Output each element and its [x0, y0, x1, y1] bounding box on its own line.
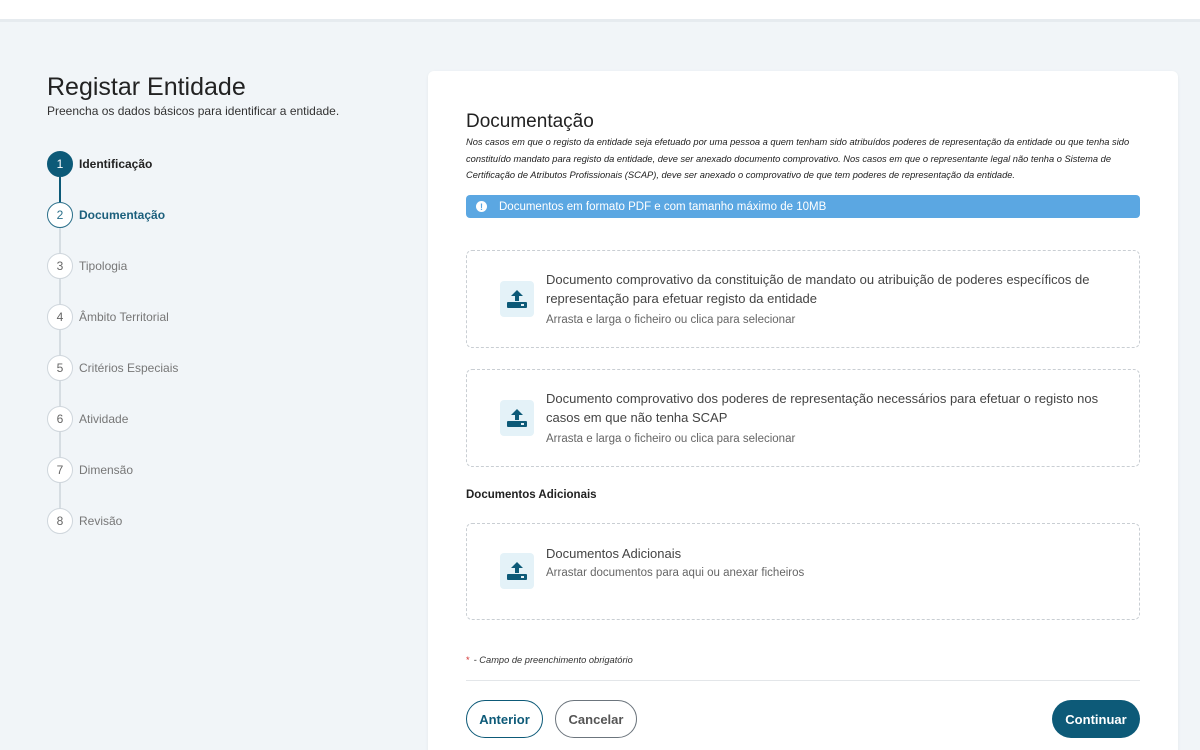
- additional-documents-heading: Documentos Adicionais: [466, 489, 597, 501]
- info-icon: !: [476, 201, 487, 212]
- section-title: Documentação: [466, 111, 594, 132]
- step-number: 6: [47, 406, 73, 432]
- step-number: 8: [47, 508, 73, 534]
- info-banner-text: Documentos em formato PDF e com tamanho …: [499, 200, 827, 213]
- upload-dropzone-additional[interactable]: Documentos Adicionais Arrastar documento…: [466, 523, 1140, 620]
- step-number: 5: [47, 355, 73, 381]
- dropzone-title: Documentos Adicionais: [546, 546, 682, 561]
- form-card: Documentação Nos casos em que o registo …: [428, 71, 1178, 750]
- step-connector: [59, 330, 61, 355]
- info-banner: ! Documentos em formato PDF e com tamanh…: [466, 195, 1140, 218]
- step-connector: [59, 432, 61, 457]
- step-connector: [59, 228, 61, 253]
- upload-icon: [500, 400, 534, 436]
- step-identificacao[interactable]: 1 Identificação: [47, 151, 347, 177]
- continue-button[interactable]: Continuar: [1052, 700, 1140, 738]
- step-number: 2: [47, 202, 73, 228]
- dropzone-hint: Arrasta e larga o ficheiro ou clica para…: [546, 433, 796, 445]
- step-label: Tipologia: [79, 259, 128, 273]
- dropzone-title: Documento comprovativo da constituição d…: [546, 272, 1090, 306]
- required-note-text: - Campo de preenchimento obrigatório: [473, 655, 633, 665]
- dropzone-hint: Arrasta e larga o ficheiro ou clica para…: [546, 314, 796, 326]
- step-number: 3: [47, 253, 73, 279]
- dropzone-hint: Arrastar documentos para aqui ou anexar …: [546, 567, 805, 579]
- step-label: Atividade: [79, 412, 129, 426]
- upload-dropzone-scap[interactable]: Documento comprovativo dos poderes de re…: [466, 369, 1140, 467]
- top-bar: [0, 0, 1200, 22]
- step-tipologia: 3 Tipologia: [47, 253, 347, 279]
- upload-icon: [500, 281, 534, 317]
- section-description: Nos casos em que o registo da entidade s…: [466, 137, 1130, 180]
- step-label: Dimensão: [79, 463, 134, 477]
- page-title: Registar Entidade: [47, 73, 246, 101]
- step-revisao: 8 Revisão: [47, 508, 347, 534]
- step-number: 1: [47, 151, 73, 177]
- step-documentacao[interactable]: 2 Documentação: [47, 202, 347, 228]
- page-subtitle: Preencha os dados básicos para identific…: [47, 104, 340, 118]
- step-atividade: 6 Atividade: [47, 406, 347, 432]
- step-label: Documentação: [79, 208, 166, 222]
- divider: [466, 680, 1140, 681]
- cancel-button[interactable]: Cancelar: [555, 700, 637, 738]
- dropzone-title: Documento comprovativo dos poderes de re…: [546, 391, 1099, 425]
- step-number: 7: [47, 457, 73, 483]
- step-dimensao: 7 Dimensão: [47, 457, 347, 483]
- step-connector: [59, 483, 61, 508]
- step-ambito-territorial: 4 Âmbito Territorial: [47, 304, 347, 330]
- step-criterios-especiais: 5 Critérios Especiais: [47, 355, 347, 381]
- step-label: Identificação: [79, 157, 153, 171]
- step-connector: [59, 177, 61, 202]
- step-number: 4: [47, 304, 73, 330]
- step-connector: [59, 381, 61, 406]
- upload-dropzone-mandato[interactable]: Documento comprovativo da constituição d…: [466, 250, 1140, 348]
- required-note: * - Campo de preenchimento obrigatório: [466, 655, 633, 665]
- step-label: Critérios Especiais: [79, 361, 179, 375]
- previous-button[interactable]: Anterior: [466, 700, 543, 738]
- step-label: Revisão: [79, 514, 123, 528]
- step-connector: [59, 279, 61, 304]
- upload-icon: [500, 553, 534, 589]
- step-label: Âmbito Territorial: [79, 310, 169, 324]
- required-asterisk: *: [466, 655, 470, 665]
